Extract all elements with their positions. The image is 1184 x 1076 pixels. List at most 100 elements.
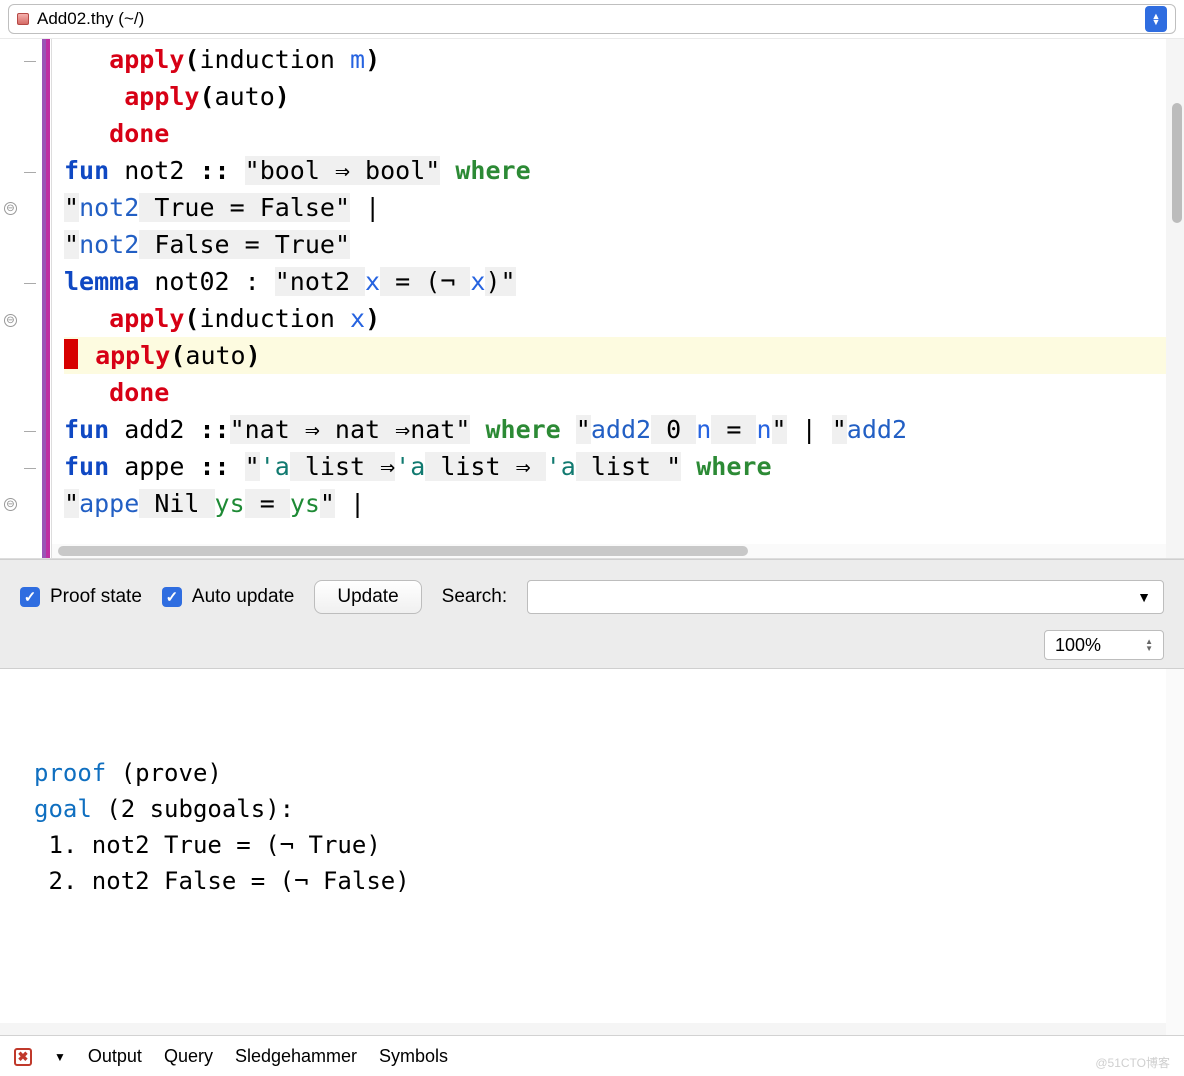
output-token: 2. not2 False = (¬ False) <box>34 867 410 895</box>
code-token: = <box>711 415 756 444</box>
proof-state-label: Proof state <box>50 586 142 608</box>
code-token: auto <box>215 82 275 111</box>
vertical-scrollbar[interactable] <box>1166 669 1184 1035</box>
zoom-value: 100% <box>1055 635 1101 656</box>
code-token: induction <box>199 304 350 333</box>
code-token: apply <box>124 82 199 111</box>
code-token: "nat ⇒ nat ⇒nat" <box>230 415 471 444</box>
code-token: :: <box>199 452 229 481</box>
code-line[interactable]: lemma not02 : "not2 x = (¬ x)" <box>64 263 1184 300</box>
code-line[interactable]: "not2 True = False" | <box>64 189 1184 226</box>
code-token: fun <box>64 415 109 444</box>
fold-toggle-icon[interactable]: ⊖ <box>4 498 17 511</box>
code-token: appe <box>109 452 199 481</box>
code-token: m <box>350 45 365 74</box>
code-token: " <box>576 415 591 444</box>
output-token: 1. not2 True = (¬ True) <box>34 831 381 859</box>
tab-symbols[interactable]: Symbols <box>379 1046 448 1067</box>
checkbox-checked-icon: ✓ <box>162 587 182 607</box>
code-line[interactable]: "appe Nil ys = ys" | <box>64 485 1184 522</box>
horizontal-scrollbar[interactable] <box>52 544 1166 558</box>
scrollbar-thumb[interactable] <box>1172 103 1182 223</box>
tab-output[interactable]: Output <box>88 1046 142 1067</box>
fold-line-icon <box>24 468 36 469</box>
code-token: ys <box>290 489 320 518</box>
output-toolbar: ✓ Proof state ✓ Auto update Update Searc… <box>0 559 1184 669</box>
code-token <box>230 452 245 481</box>
chevron-down-icon: ▼ <box>1137 589 1151 605</box>
code-token: induction <box>199 45 350 74</box>
fold-toggle-icon[interactable]: ⊖ <box>4 314 17 327</box>
code-token: ) <box>365 45 380 74</box>
zoom-spinner[interactable]: 100% ▲▼ <box>1044 630 1164 660</box>
search-dropdown[interactable]: ▼ <box>527 580 1164 614</box>
tab-query[interactable]: Query <box>164 1046 213 1067</box>
code-token: | <box>350 193 380 222</box>
code-token: not2 <box>79 193 139 222</box>
code-line[interactable]: apply(induction x) <box>64 300 1184 337</box>
file-dropdown-button[interactable]: ▲ ▼ <box>1145 6 1167 32</box>
code-token: )" <box>485 267 515 296</box>
code-token: 'a <box>546 452 576 481</box>
code-token: lemma <box>64 267 139 296</box>
code-token: list ⇒ <box>290 452 395 481</box>
theory-file-icon <box>17 13 29 25</box>
watermark: @51CTO博客 <box>1095 1054 1170 1071</box>
code-line[interactable]: "not2 False = True" <box>64 226 1184 263</box>
code-line[interactable]: apply(induction m) <box>64 41 1184 78</box>
output-token: (2 subgoals): <box>92 795 294 823</box>
code-token: done <box>109 119 169 148</box>
caret-down-icon: ▼ <box>1152 19 1161 25</box>
code-token: ) <box>365 304 380 333</box>
file-bar: Add02.thy (~/) ▲ ▼ <box>0 0 1184 39</box>
code-token: x <box>365 267 380 296</box>
auto-update-checkbox[interactable]: ✓ Auto update <box>162 586 294 608</box>
gutter-proof-bar <box>46 39 50 558</box>
output-token: (prove) <box>106 759 222 787</box>
chevron-down-icon[interactable]: ▼ <box>54 1050 66 1064</box>
checkbox-checked-icon: ✓ <box>20 587 40 607</box>
code-line[interactable]: apply(auto) <box>64 337 1184 374</box>
gutter: ⊖ ⊖ ⊖ <box>0 39 52 558</box>
code-token: n <box>696 415 711 444</box>
code-token: " <box>832 415 847 444</box>
code-token: fun <box>64 452 109 481</box>
bottom-tab-bar: ✖ ▼ Output Query Sledgehammer Symbols @5… <box>0 1035 1184 1076</box>
spinner-arrows-icon[interactable]: ▲▼ <box>1145 638 1153 652</box>
code-token: add2 <box>109 415 199 444</box>
code-token: n <box>756 415 771 444</box>
code-line[interactable]: fun add2 ::"nat ⇒ nat ⇒nat" where "add2 … <box>64 411 1184 448</box>
code-token: apply <box>109 45 184 74</box>
vertical-scrollbar[interactable] <box>1166 39 1184 558</box>
output-line: proof (prove) <box>34 755 1174 791</box>
scrollbar-thumb[interactable] <box>58 546 748 556</box>
update-button[interactable]: Update <box>314 580 421 614</box>
file-select[interactable]: Add02.thy (~/) ▲ ▼ <box>8 4 1176 34</box>
code-token: ( <box>184 304 199 333</box>
horizontal-scrollbar[interactable] <box>0 1023 1166 1035</box>
code-token: " <box>245 452 260 481</box>
code-line[interactable]: done <box>64 374 1184 411</box>
proof-state-checkbox[interactable]: ✓ Proof state <box>20 586 142 608</box>
code-token: where <box>455 156 530 185</box>
tab-sledgehammer[interactable]: Sledgehammer <box>235 1046 357 1067</box>
code-line[interactable]: apply(auto) <box>64 78 1184 115</box>
code-line[interactable]: fun appe :: "'a list ⇒'a list ⇒ 'a list … <box>64 448 1184 485</box>
code-line[interactable]: fun not2 :: "bool ⇒ bool" where <box>64 152 1184 189</box>
code-token: apply <box>109 304 184 333</box>
code-line[interactable]: done <box>64 115 1184 152</box>
code-token: " <box>335 193 350 222</box>
fold-toggle-icon[interactable]: ⊖ <box>4 202 17 215</box>
code-token: add2 <box>591 415 651 444</box>
code-token: False = True <box>139 230 335 259</box>
code-view[interactable]: apply(induction m) apply(auto) donefun n… <box>52 39 1184 558</box>
code-token: Nil <box>139 489 214 518</box>
code-token: = <box>245 489 290 518</box>
output-line: 1. not2 True = (¬ True) <box>34 827 1174 863</box>
error-icon[interactable]: ✖ <box>14 1048 32 1066</box>
code-token: "bool ⇒ bool" <box>245 156 441 185</box>
code-token: " <box>64 230 79 259</box>
output-token: proof <box>34 759 106 787</box>
output-panel[interactable]: proof (prove)goal (2 subgoals): 1. not2 … <box>0 669 1184 1035</box>
code-token: 'a <box>395 452 425 481</box>
